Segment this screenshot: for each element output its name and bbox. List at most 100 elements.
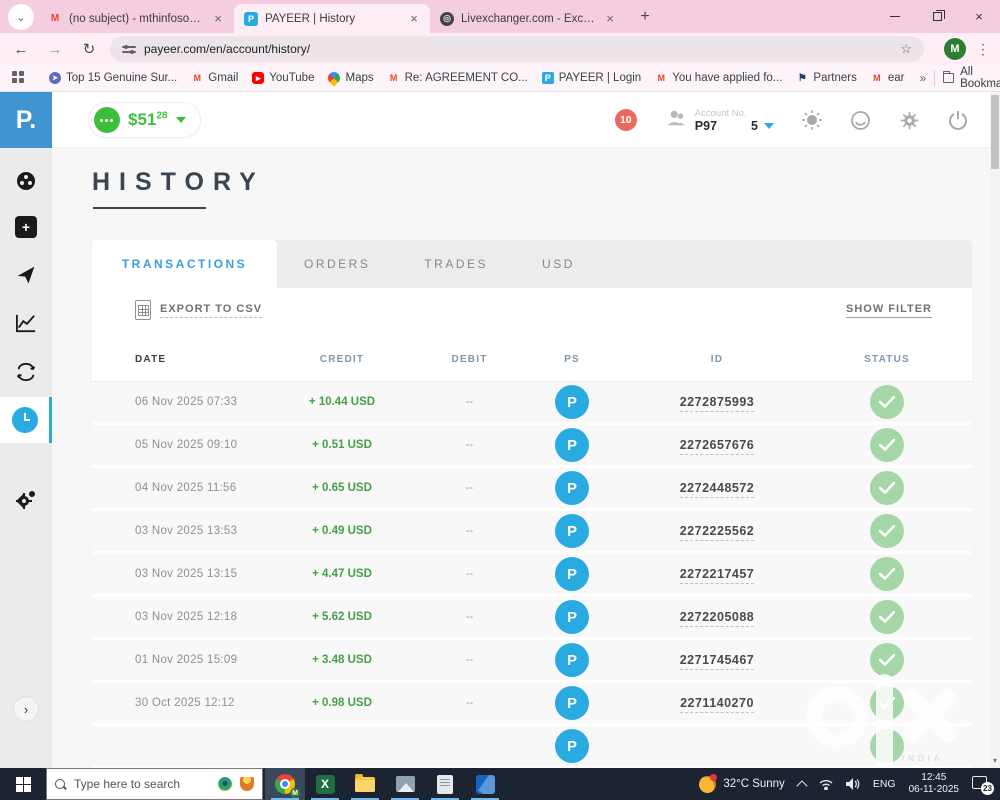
col-header-debit: DEBIT <box>451 354 488 365</box>
address-bar[interactable]: payeer.com/en/account/history/ ☆ <box>110 36 924 62</box>
weather-widget[interactable]: 32°C Sunny <box>699 773 785 793</box>
tab-close-icon[interactable]: × <box>210 11 226 27</box>
plus-square-icon: + <box>15 216 37 238</box>
browser-tab[interactable]: Livexchanger.com - Exchange II × <box>430 4 626 33</box>
cell-payment-system: P <box>527 428 617 462</box>
logout-power-icon[interactable] <box>948 110 968 130</box>
payeer-ps-icon: P <box>555 428 589 462</box>
bookmark-favicon <box>49 72 61 84</box>
sidebar-item-settings[interactable] <box>0 477 52 523</box>
restore-button[interactable] <box>916 0 958 33</box>
taskbar-file-explorer[interactable] <box>345 768 385 800</box>
bookmark-item[interactable]: Maps <box>321 65 380 92</box>
transaction-id-link[interactable]: 2272217457 <box>679 567 755 584</box>
balance-amount: $5128 <box>128 110 168 129</box>
scroll-down-arrow[interactable]: ▾ <box>990 756 1000 765</box>
url-text[interactable]: payeer.com/en/account/history/ <box>144 42 310 56</box>
theme-brightness-icon[interactable] <box>802 110 822 130</box>
tab-close-icon[interactable]: × <box>602 11 618 27</box>
minimize-button[interactable] <box>874 0 916 33</box>
profile-avatar[interactable]: M <box>944 38 966 60</box>
tab-search-button[interactable]: ⌄ <box>8 4 34 30</box>
taskbar-image-viewer[interactable] <box>385 768 425 800</box>
cell-credit: + 0.51 USD <box>312 439 372 451</box>
site-settings-icon[interactable] <box>122 43 136 55</box>
history-tab[interactable]: TRANSACTIONS <box>92 240 277 288</box>
transaction-id-link[interactable]: 2271745467 <box>679 653 755 670</box>
sidebar-item-add-funds[interactable]: + <box>0 204 52 250</box>
sidebar-item-exchange[interactable] <box>0 349 52 395</box>
tray-expand-chevron[interactable] <box>796 779 808 792</box>
history-tab[interactable]: TRADES <box>397 240 515 288</box>
taskbar-photos[interactable] <box>465 768 505 800</box>
bookmark-item[interactable]: Re: AGREEMENT CO... <box>381 65 535 92</box>
apps-grid-icon[interactable] <box>12 71 24 85</box>
page-scrollbar[interactable]: ▾ <box>990 92 1000 768</box>
tab-title: (no subject) - mthinfosolutions <box>69 12 203 25</box>
balance-selector[interactable]: $5128 <box>88 102 201 138</box>
notification-badge[interactable]: 10 <box>614 109 637 131</box>
forward-button[interactable]: → <box>42 36 68 62</box>
table-row: 06 Nov 2025 07:33 + 10.44 USD -- P 22728… <box>92 382 972 425</box>
support-icon[interactable] <box>850 110 871 131</box>
taskbar-excel[interactable]: X <box>305 768 345 800</box>
close-button[interactable]: × <box>958 0 1000 33</box>
col-header-status: STATUS <box>864 354 910 365</box>
transaction-id-link[interactable]: 2272205088 <box>679 610 755 627</box>
sidebar-expand-button[interactable]: › <box>0 686 52 732</box>
bookmarks-overflow-button[interactable]: » <box>912 71 935 85</box>
gear-icon[interactable] <box>899 110 920 131</box>
payeer-logo[interactable]: P. <box>0 92 52 148</box>
transaction-id-link[interactable]: 2272448572 <box>679 481 755 498</box>
sidebar-item-history[interactable] <box>0 397 52 443</box>
transaction-id-link[interactable]: 2272225562 <box>679 524 755 541</box>
table-body: 06 Nov 2025 07:33 + 10.44 USD -- P 22728… <box>92 382 972 726</box>
payeer-ps-icon: P <box>555 600 589 634</box>
wifi-icon[interactable] <box>819 779 833 790</box>
taskbar-search[interactable]: Type here to search <box>46 768 263 800</box>
export-csv-button[interactable]: EXPORT TO CSV <box>135 300 263 320</box>
bookmark-item[interactable]: Partners <box>789 65 863 92</box>
show-filter-button[interactable]: SHOW FILTER <box>846 303 932 318</box>
new-tab-button[interactable]: + <box>632 4 658 30</box>
history-tab[interactable]: ORDERS <box>277 240 397 288</box>
bookmark-star-icon[interactable]: ☆ <box>900 41 912 57</box>
reload-button[interactable]: ↻ <box>76 36 102 62</box>
taskbar-clock[interactable]: 12:45 06-11-2025 <box>909 772 959 796</box>
all-bookmarks-button[interactable]: All Bookmarks <box>934 66 1000 90</box>
volume-icon[interactable] <box>845 778 860 790</box>
start-button[interactable] <box>0 768 46 800</box>
scrollbar-thumb[interactable] <box>991 95 999 169</box>
bookmark-item[interactable]: Gmail <box>184 65 245 92</box>
bookmark-item[interactable]: You have applied fo... <box>648 65 789 92</box>
sun-weather-icon <box>699 773 718 793</box>
transaction-id-link[interactable]: 2271140270 <box>680 696 754 713</box>
browser-menu-icon[interactable]: ⋮ <box>976 41 990 58</box>
cell-status <box>817 600 957 634</box>
bookmark-item[interactable]: PAYEER | Login <box>535 65 648 92</box>
col-header-credit: CREDIT <box>319 354 365 365</box>
taskbar-notepad[interactable] <box>425 768 465 800</box>
action-center[interactable]: 23 <box>972 775 994 795</box>
transactions-panel: EXPORT TO CSV SHOW FILTER DATE CREDIT DE… <box>92 288 972 768</box>
account-selector[interactable]: Account No. P97 5 <box>665 108 774 133</box>
language-indicator[interactable]: ENG <box>873 778 896 790</box>
bookmark-item[interactable]: ear <box>864 65 912 92</box>
chevron-down-icon <box>175 117 186 123</box>
bookmark-item[interactable]: YouTube <box>245 65 321 92</box>
bookmark-item[interactable]: Top 15 Genuine Sur... <box>42 65 184 92</box>
tab-close-icon[interactable]: × <box>406 11 422 27</box>
success-check-icon <box>870 514 904 548</box>
taskbar-chrome[interactable]: M <box>265 768 305 800</box>
sidebar-item-dashboard[interactable] <box>0 158 52 204</box>
back-button[interactable]: ← <box>8 36 34 62</box>
browser-tab[interactable]: PAYEER | History × <box>234 4 430 33</box>
transaction-id-link[interactable]: 2272875993 <box>679 395 755 412</box>
sidebar-item-trade[interactable] <box>0 300 52 346</box>
history-tab[interactable]: USD <box>515 240 602 288</box>
chevron-right-icon: › <box>13 696 39 722</box>
cell-payment-system: P <box>527 385 617 419</box>
transaction-id-link[interactable]: 2272657676 <box>679 438 755 455</box>
sidebar-item-transfer[interactable] <box>0 252 52 298</box>
browser-tab[interactable]: (no subject) - mthinfosolutions × <box>38 4 234 33</box>
